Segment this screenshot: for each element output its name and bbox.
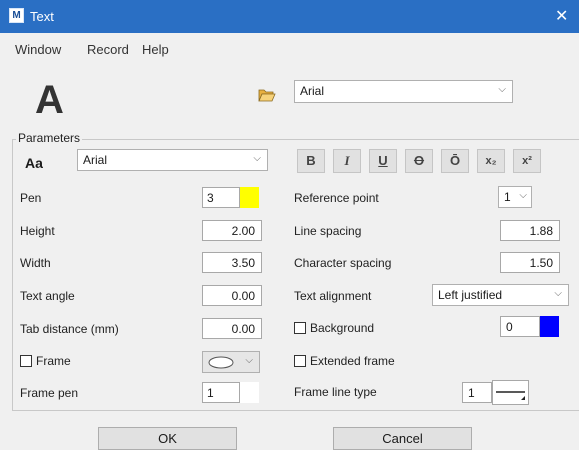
parameters-group xyxy=(12,139,579,411)
tab-distance-value: 0.00 xyxy=(231,322,255,336)
text-angle-value: 0.00 xyxy=(231,289,255,303)
strikethrough-button[interactable]: O xyxy=(405,149,433,173)
width-input[interactable]: 3.50 xyxy=(202,252,262,273)
pen-color-swatch[interactable] xyxy=(240,187,259,208)
tab-distance-input[interactable]: 0.00 xyxy=(202,318,262,339)
menu-help[interactable]: Help xyxy=(142,42,169,57)
top-font-value: Arial xyxy=(300,84,325,98)
menu-window[interactable]: Window xyxy=(15,42,61,57)
pen-input[interactable]: 3 xyxy=(202,187,240,208)
top-font-select[interactable]: Arial ⌵ xyxy=(294,80,513,103)
ok-button[interactable]: OK xyxy=(98,427,237,450)
reference-point-label: Reference point xyxy=(294,191,379,205)
pen-value: 3 xyxy=(207,191,214,205)
frame-pen-value: 1 xyxy=(207,386,214,400)
background-label: Background xyxy=(310,321,375,335)
line-style-icon xyxy=(496,391,525,400)
height-label: Height xyxy=(20,224,55,238)
text-angle-label: Text angle xyxy=(20,289,75,303)
background-color-swatch[interactable] xyxy=(540,316,559,337)
app-icon: M xyxy=(9,8,24,23)
character-spacing-value: 1.50 xyxy=(529,256,553,270)
text-alignment-label: Text alignment xyxy=(294,289,372,303)
height-input[interactable]: 2.00 xyxy=(202,220,262,241)
folder-open-icon[interactable] xyxy=(258,88,276,102)
background-value: 0 xyxy=(506,320,513,334)
frame-pen-color-swatch[interactable] xyxy=(240,382,259,403)
subscript-button[interactable]: x₂ xyxy=(477,149,505,173)
extended-frame-label: Extended frame xyxy=(310,354,395,368)
text-alignment-value: Left justified xyxy=(438,288,503,302)
background-input[interactable]: 0 xyxy=(500,316,540,337)
text-alignment-select[interactable]: Left justified ⌵ xyxy=(432,284,569,306)
underline-button[interactable]: U xyxy=(369,149,397,173)
chevron-down-icon: ⌵ xyxy=(253,153,261,164)
pen-label: Pen xyxy=(20,191,42,205)
bold-button[interactable]: B xyxy=(297,149,325,173)
menu-record[interactable]: Record xyxy=(87,42,129,57)
parameters-label: Parameters xyxy=(16,131,83,145)
reference-point-value: 1 xyxy=(504,190,511,204)
chevron-down-icon: ⌵ xyxy=(498,84,506,95)
superscript-button[interactable]: x² xyxy=(513,149,541,173)
chevron-down-icon: ⌵ xyxy=(245,355,253,366)
frame-pen-input[interactable]: 1 xyxy=(202,382,240,403)
frame-line-type-value: 1 xyxy=(468,386,475,400)
ellipse-shape-icon xyxy=(208,356,234,369)
window-title: Text xyxy=(30,9,54,24)
width-label: Width xyxy=(20,256,51,270)
frame-shape-select[interactable]: ⌵ xyxy=(202,351,260,373)
reference-point-select[interactable]: 1 ⌵ xyxy=(498,186,532,208)
parameter-font-select[interactable]: Arial ⌵ xyxy=(77,149,268,171)
chevron-down-icon: ⌵ xyxy=(554,288,562,299)
tab-distance-label: Tab distance (mm) xyxy=(20,322,119,336)
height-value: 2.00 xyxy=(231,224,255,238)
italic-button[interactable]: I xyxy=(333,149,361,173)
line-type-select[interactable] xyxy=(492,380,529,405)
overline-button[interactable]: Ō xyxy=(441,149,469,173)
frame-line-type-input[interactable]: 1 xyxy=(462,382,492,403)
width-value: 3.50 xyxy=(231,256,255,270)
parameter-font-value: Arial xyxy=(83,153,108,167)
frame-pen-label: Frame pen xyxy=(20,386,79,400)
title-bar xyxy=(0,0,579,33)
character-spacing-input[interactable]: 1.50 xyxy=(500,252,560,273)
chevron-down-icon: ⌵ xyxy=(519,190,527,201)
cancel-button[interactable]: Cancel xyxy=(333,427,472,450)
frame-line-type-label: Frame line type xyxy=(294,385,377,399)
close-icon[interactable]: ✕ xyxy=(555,6,568,26)
line-spacing-value: 1.88 xyxy=(529,224,553,238)
font-preview: A xyxy=(35,78,64,122)
frame-label: Frame xyxy=(36,354,71,368)
frame-checkbox[interactable] xyxy=(20,355,32,367)
extended-frame-checkbox[interactable] xyxy=(294,355,306,367)
text-angle-input[interactable]: 0.00 xyxy=(202,285,262,306)
background-checkbox[interactable] xyxy=(294,322,306,334)
line-spacing-input[interactable]: 1.88 xyxy=(500,220,560,241)
line-spacing-label: Line spacing xyxy=(294,224,362,238)
font-size-icon: Aa xyxy=(25,155,43,171)
character-spacing-label: Character spacing xyxy=(294,256,392,270)
